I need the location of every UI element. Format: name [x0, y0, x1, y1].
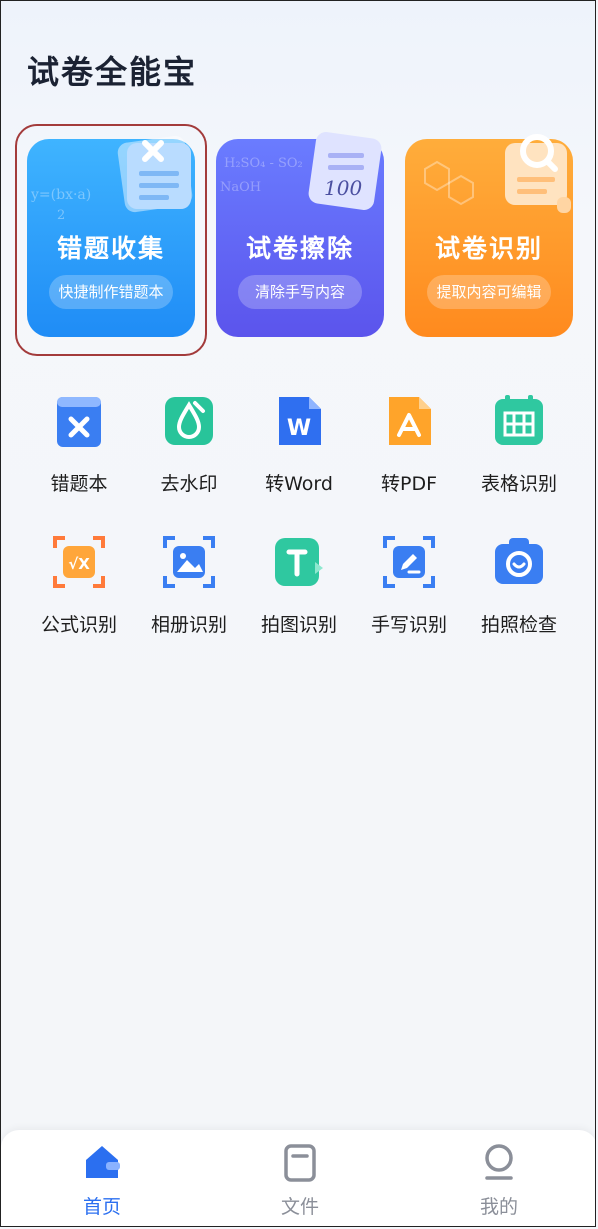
tool-label: 转Word — [265, 473, 333, 495]
card-paper-erase[interactable]: H₂SO₄ - SO₂ NaOH 100 试卷擦除 清除手写内容 — [216, 132, 384, 337]
tool-label: 去水印 — [160, 473, 218, 495]
tool-to-pdf[interactable]: 转PDF — [354, 393, 464, 503]
tool-handwriting-recognize[interactable]: 手写识别 — [354, 534, 464, 644]
word-icon: W — [279, 397, 321, 445]
score-paper-icon: 100 — [308, 132, 382, 210]
tool-label: 相册识别 — [150, 614, 227, 636]
wrong-book-icon — [57, 397, 101, 447]
tool-album-recognize[interactable]: 相册识别 — [134, 534, 244, 644]
svg-text:100: 100 — [324, 176, 362, 200]
nav-label: 首页 — [82, 1196, 121, 1218]
home-icon — [86, 1146, 120, 1178]
tool-label: 手写识别 — [370, 614, 447, 636]
tool-label: 拍照检查 — [480, 614, 557, 636]
profile-icon — [485, 1144, 513, 1180]
svg-text:H₂SO₄ - SO₂: H₂SO₄ - SO₂ — [224, 156, 303, 171]
card-title: 试卷擦除 — [245, 234, 354, 263]
tool-label: 转PDF — [380, 473, 438, 495]
highlight-box — [15, 124, 207, 356]
page-title: 试卷全能宝 — [27, 53, 198, 91]
album-icon — [163, 536, 215, 588]
nav-home[interactable]: 首页 — [42, 1142, 162, 1222]
camera-icon — [495, 538, 543, 584]
card-subtitle: 提取内容可编辑 — [427, 275, 551, 309]
nav-label: 我的 — [479, 1196, 518, 1218]
tool-photo-text-recognize[interactable]: 拍图识别 — [244, 534, 354, 644]
tool-wrong-book[interactable]: 错题本 — [24, 393, 134, 503]
text-scan-icon — [275, 538, 323, 586]
formula-icon: √X — [53, 536, 105, 588]
pdf-icon — [389, 397, 431, 445]
nav-profile[interactable]: 我的 — [439, 1142, 559, 1222]
tool-to-word[interactable]: W 转Word — [244, 393, 354, 503]
nav-label: 文件 — [280, 1196, 319, 1218]
card-paper-recognize[interactable]: 试卷识别 提取内容可编辑 — [405, 134, 573, 337]
tool-label: 拍图识别 — [260, 614, 337, 636]
tool-photo-check[interactable]: 拍照检查 — [464, 534, 574, 644]
card-title: 试卷识别 — [434, 234, 543, 263]
tool-remove-watermark[interactable]: 去水印 — [134, 393, 244, 503]
bottom-nav: 首页 文件 我的 — [1, 1130, 595, 1226]
tool-label: 公式识别 — [40, 614, 117, 636]
nav-files[interactable]: 文件 — [240, 1142, 360, 1222]
table-icon — [495, 395, 543, 445]
tool-label: 表格识别 — [480, 473, 557, 495]
watermark-remove-icon — [165, 397, 213, 445]
card-subtitle: 清除手写内容 — [238, 275, 362, 309]
svg-text:NaOH: NaOH — [220, 180, 261, 195]
svg-text:W: W — [287, 416, 311, 441]
tool-formula-recognize[interactable]: √X 公式识别 — [24, 534, 134, 644]
tool-table-recognize[interactable]: 表格识别 — [464, 393, 574, 503]
handwriting-icon — [383, 536, 435, 588]
file-icon — [284, 1144, 316, 1182]
app-screen: 试卷全能宝 y=(bx·a) 2 错题收集 快捷制作错题本 H₂SO₄ - SO… — [0, 0, 596, 1227]
scroll-search-icon — [505, 134, 571, 213]
tool-label: 错题本 — [50, 473, 108, 495]
svg-text:√X: √X — [68, 555, 90, 573]
